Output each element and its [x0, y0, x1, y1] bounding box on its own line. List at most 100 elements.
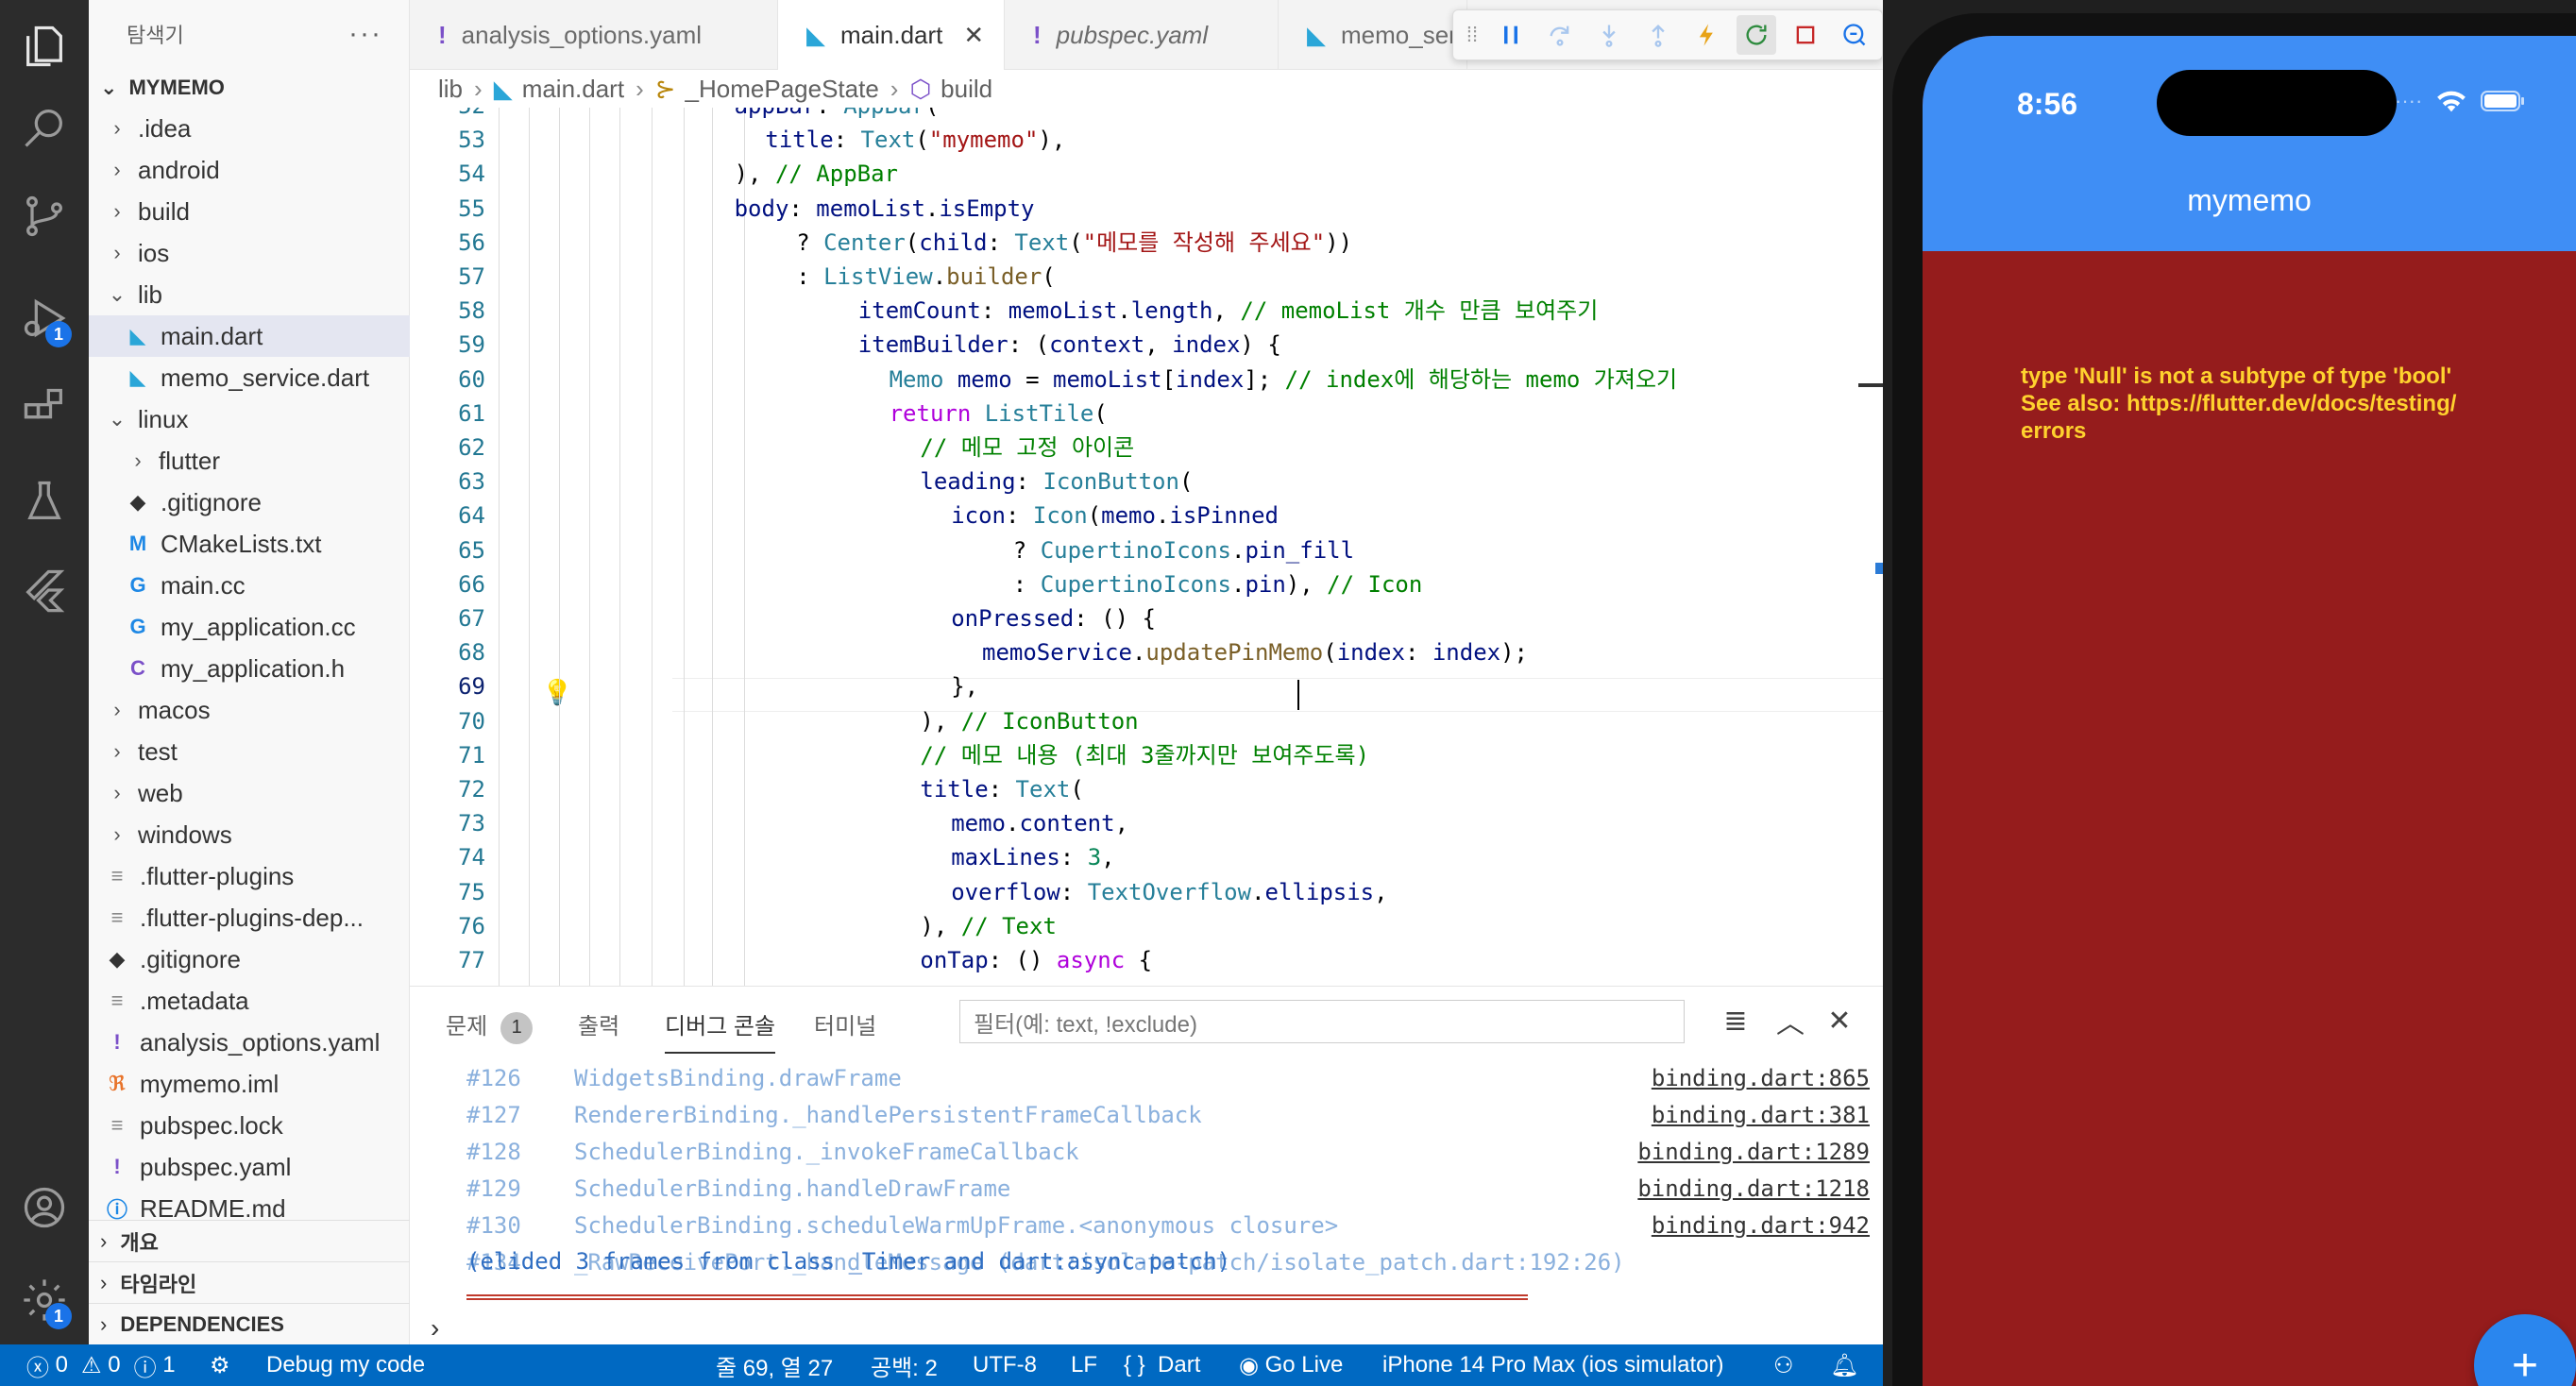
code-token: },: [951, 673, 979, 701]
tab-problems[interactable]: 문제 1: [446, 1007, 534, 1044]
code-token: (: [905, 228, 920, 256]
tree-item[interactable]: › android: [89, 149, 410, 191]
add-memo-button[interactable]: +: [2474, 1314, 2576, 1386]
breadcrumb-method[interactable]: build: [941, 75, 992, 104]
tab-main-dart[interactable]: ◣ main.dart ✕: [778, 0, 1005, 71]
close-icon[interactable]: ✕: [963, 21, 984, 50]
encoding[interactable]: UTF-8: [973, 1344, 1037, 1386]
source-link[interactable]: binding.dart:865: [1652, 1062, 1870, 1094]
problems-status[interactable]: ⓧ 0 ⚠ 0 ⓘ 1: [26, 1344, 176, 1386]
tree-item[interactable]: ≡ .flutter-plugins-dep...: [89, 897, 410, 938]
tab-pubspec[interactable]: ! pubspec.yaml: [1005, 0, 1279, 70]
step-out-icon[interactable]: [1638, 15, 1678, 55]
tree-item[interactable]: ℜmymemo.iml: [89, 1063, 410, 1105]
breadcrumb-lib[interactable]: lib: [438, 75, 463, 104]
tree-item[interactable]: ⌄ linux: [89, 398, 410, 440]
tree-item[interactable]: › test: [89, 731, 410, 772]
tab-debug-console[interactable]: 디버그 콘솔: [665, 1007, 776, 1054]
stack-frame-row[interactable]: #127 RendererBinding._handlePersistentFra…: [410, 1099, 1883, 1131]
tree-item[interactable]: M CMakeLists.txt: [89, 523, 410, 565]
elided-frames-text: (elided 3 frames from class _Timer and d…: [466, 1248, 1231, 1275]
settings-gear-icon[interactable]: 1: [0, 1256, 89, 1344]
timeline-section[interactable]: › 타임라인: [89, 1261, 410, 1303]
tree-item[interactable]: Gmy_application.cc: [89, 606, 410, 648]
source-link[interactable]: binding.dart:1218: [1637, 1173, 1870, 1205]
indentation[interactable]: 공백: 2: [871, 1344, 938, 1386]
tree-item[interactable]: ◆ .gitignore: [89, 482, 410, 523]
code-token: context: [1049, 331, 1145, 359]
tree-item[interactable]: ! analysis_options.yaml: [89, 1022, 410, 1063]
tree-item[interactable]: Gmain.cc: [89, 565, 410, 606]
drag-handle-icon[interactable]: ⁞⁞: [1463, 15, 1482, 55]
tree-item[interactable]: › .idea: [89, 108, 410, 149]
devtools-icon[interactable]: [1835, 15, 1874, 55]
run-debug-icon[interactable]: 1: [0, 274, 89, 363]
extensions-icon[interactable]: [0, 364, 89, 453]
stop-icon[interactable]: [1786, 15, 1825, 55]
source-link[interactable]: binding.dart:381: [1652, 1099, 1870, 1131]
explorer-icon[interactable]: [0, 2, 89, 91]
code-line: ? CupertinoIcons.pin_fill: [1013, 533, 1354, 567]
chevron-up-icon[interactable]: ︿: [1771, 1002, 1809, 1040]
search-icon[interactable]: [0, 83, 89, 172]
tree-item[interactable]: › web: [89, 772, 410, 814]
dependencies-section[interactable]: › DEPENDENCIES: [89, 1303, 410, 1344]
source-link[interactable]: binding.dart:942: [1652, 1209, 1870, 1242]
more-actions-icon[interactable]: ···: [348, 18, 382, 50]
code-token: child: [919, 228, 988, 256]
tree-item[interactable]: Cmy_application.h: [89, 648, 410, 689]
code-editor[interactable]: 5253545556575859606162636465666768697071…: [410, 108, 1883, 986]
line-ending[interactable]: LF: [1071, 1344, 1097, 1386]
notifications-bell-icon[interactable]: 🔔︎: [1830, 1344, 1858, 1386]
language-mode[interactable]: { } Dart: [1124, 1344, 1200, 1386]
device-selector[interactable]: iPhone 14 Pro Max (ios simulator): [1382, 1344, 1723, 1386]
tab-terminal[interactable]: 터미널: [814, 1007, 876, 1040]
workspace-root[interactable]: ⌄ MYMEMO: [89, 68, 409, 108]
code-token: IconButton: [1042, 468, 1179, 496]
tab-output[interactable]: 출력: [578, 1007, 619, 1040]
flutter-icon[interactable]: [0, 546, 89, 634]
dynamic-island: [2157, 70, 2397, 136]
breadcrumb-class[interactable]: _HomePageState: [686, 75, 879, 104]
account-icon[interactable]: [0, 1163, 89, 1252]
step-over-icon[interactable]: [1540, 15, 1580, 55]
go-live-button[interactable]: ◉ Go Live: [1239, 1344, 1343, 1386]
tree-item[interactable]: ≡ pubspec.lock: [89, 1105, 410, 1146]
tree-item[interactable]: ◆ .gitignore: [89, 938, 410, 980]
source-control-icon[interactable]: [0, 172, 89, 261]
pause-icon[interactable]: [1491, 15, 1531, 55]
tree-item[interactable]: ≡ .metadata: [89, 980, 410, 1022]
stack-frame-row[interactable]: #129 SchedulerBinding.handleDrawFrame bind…: [410, 1173, 1883, 1205]
tree-item[interactable]: ◣ memo_service.dart: [89, 357, 410, 398]
source-link[interactable]: binding.dart:1289: [1637, 1136, 1870, 1168]
debug-launch-icon[interactable]: ⚙: [210, 1344, 230, 1386]
cursor-position[interactable]: 줄 69, 열 27: [716, 1344, 833, 1386]
tree-item[interactable]: › flutter: [89, 440, 410, 482]
close-panel-icon[interactable]: ✕: [1821, 1002, 1858, 1040]
tree-item[interactable]: › macos: [89, 689, 410, 731]
tab-analysis-options[interactable]: ! analysis_options.yaml: [410, 0, 778, 70]
tree-item[interactable]: ◣ main.dart: [89, 315, 410, 357]
hot-reload-icon[interactable]: [1687, 15, 1727, 55]
stack-frame-row[interactable]: #128 SchedulerBinding._invokeFrameCallbac…: [410, 1136, 1883, 1168]
breadcrumb-file[interactable]: main.dart: [522, 75, 624, 104]
tree-item[interactable]: ≡ .flutter-plugins: [89, 855, 410, 897]
tree-item[interactable]: › build: [89, 191, 410, 232]
code-token: ,: [1114, 810, 1129, 837]
outline-section[interactable]: › 개요: [89, 1220, 410, 1261]
restart-icon[interactable]: [1737, 15, 1776, 55]
filter-input[interactable]: 필터(예: text, !exclude): [959, 1000, 1685, 1043]
tree-item[interactable]: ⌄ lib: [89, 274, 410, 315]
tab-memo-service[interactable]: ◣ memo_ser: [1279, 0, 1467, 70]
console-prompt[interactable]: ›: [431, 1313, 439, 1344]
tree-item[interactable]: › windows: [89, 814, 410, 855]
feedback-icon[interactable]: ⚇: [1773, 1344, 1794, 1386]
clear-console-icon[interactable]: ≣: [1717, 1002, 1754, 1040]
step-into-icon[interactable]: [1589, 15, 1629, 55]
tree-item[interactable]: › ios: [89, 232, 410, 274]
stack-frame-row[interactable]: #126 WidgetsBinding.drawFrame binding.dart…: [410, 1062, 1883, 1094]
debug-config-label[interactable]: Debug my code: [266, 1344, 425, 1386]
stack-frame-row[interactable]: #130 SchedulerBinding.scheduleWarmUpFrame…: [410, 1209, 1883, 1242]
tree-item[interactable]: ! pubspec.yaml: [89, 1146, 410, 1188]
testing-icon[interactable]: [0, 457, 89, 546]
